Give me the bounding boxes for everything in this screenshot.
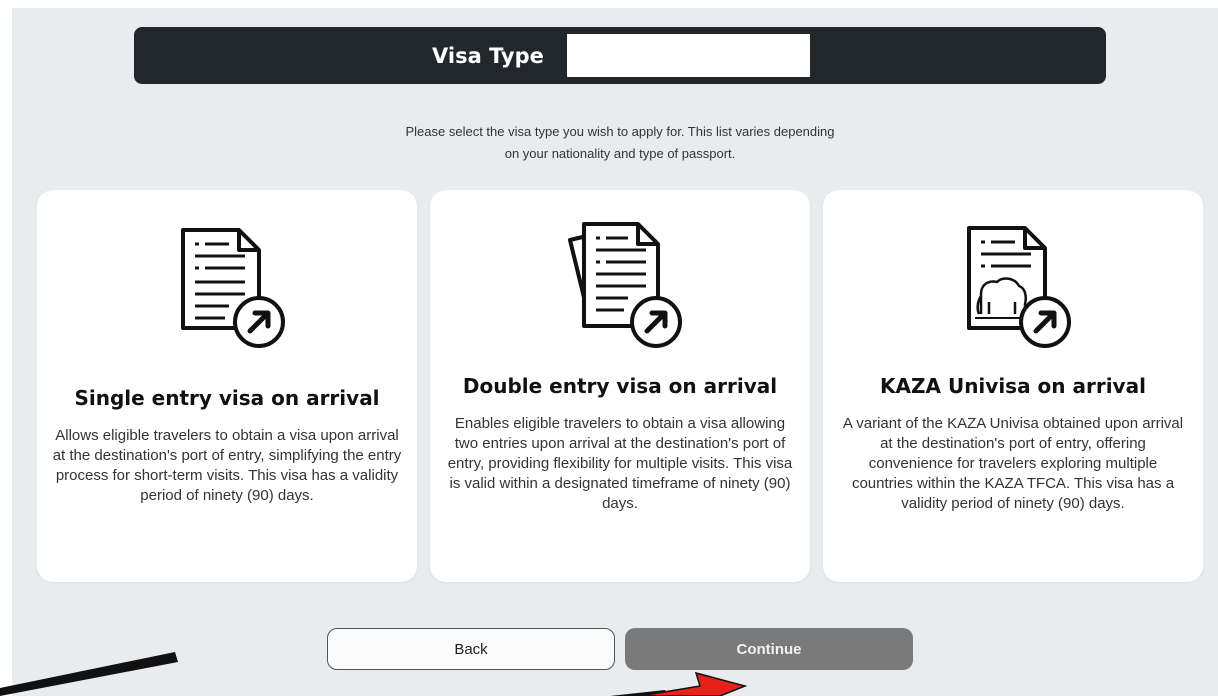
visa-card-single-entry[interactable]: Single entry visa on arrival Allows elig…: [37, 190, 417, 582]
single-document-arrow-icon: [181, 228, 285, 348]
continue-button[interactable]: Continue: [625, 628, 913, 670]
visa-card-kaza-univisa[interactable]: KAZA Univisa on arrival A variant of the…: [823, 190, 1203, 582]
card-description: Allows eligible travelers to obtain a vi…: [52, 427, 402, 504]
intro-text: Please select the visa type you wish to …: [300, 121, 940, 165]
card-description: A variant of the KAZA Univisa obtained u…: [842, 415, 1184, 512]
elephant-document-arrow-icon: [967, 226, 1071, 348]
intro-line-1: Please select the visa type you wish to …: [405, 124, 835, 139]
redaction-box: [567, 34, 810, 77]
intro-line-2: on your nationality and type of passport…: [504, 146, 736, 161]
card-title: Single entry visa on arrival: [74, 386, 380, 410]
card-description: Enables eligible travelers to obtain a v…: [447, 415, 793, 512]
card-title: Double entry visa on arrival: [462, 374, 778, 398]
page-title: Visa Type: [432, 44, 544, 68]
back-button[interactable]: Back: [327, 628, 615, 670]
stacked-documents-arrow-icon: [568, 222, 682, 348]
card-title: KAZA Univisa on arrival: [880, 374, 1146, 398]
visa-card-double-entry[interactable]: Double entry visa on arrival Enables eli…: [430, 190, 810, 582]
